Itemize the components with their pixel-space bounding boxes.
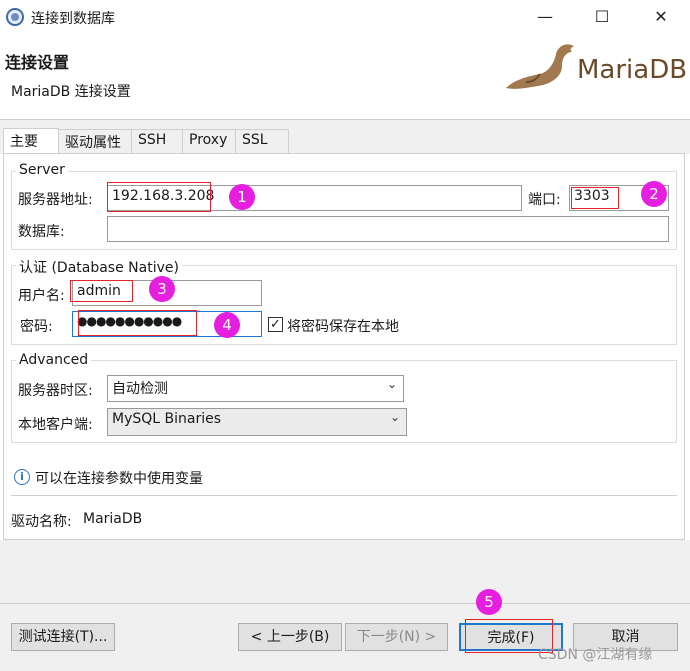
annotation-5: 5 bbox=[476, 589, 502, 615]
password-highlight-box bbox=[78, 310, 197, 336]
port-label: 端口: bbox=[528, 192, 561, 208]
advanced-group-title: Advanced bbox=[16, 352, 92, 368]
header-subtitle: MariaDB 连接设置 bbox=[11, 84, 131, 100]
username-highlight-box bbox=[70, 280, 133, 302]
auth-group-title: 认证 (Database Native) bbox=[16, 257, 182, 277]
app-icon bbox=[6, 8, 24, 26]
back-button[interactable]: < 上一步(B) bbox=[238, 623, 342, 651]
annotation-1: 1 bbox=[229, 184, 255, 210]
host-label: 服务器地址: bbox=[18, 192, 93, 208]
password-label: 密码: bbox=[20, 319, 53, 335]
port-highlight-box bbox=[571, 187, 619, 209]
test-connection-button[interactable]: 测试连接(T)... bbox=[11, 623, 115, 651]
driver-label: 驱动名称: bbox=[11, 514, 72, 530]
database-label: 数据库: bbox=[18, 224, 65, 240]
tab-ssl[interactable]: SSL bbox=[235, 129, 289, 154]
mariadb-seal-icon bbox=[506, 44, 574, 89]
info-icon: i bbox=[14, 469, 30, 485]
minimize-button[interactable]: — bbox=[530, 4, 560, 30]
tab-proxy[interactable]: Proxy bbox=[182, 129, 236, 154]
client-select[interactable]: MySQL Binaries ⌄ bbox=[107, 408, 407, 436]
window-title: 连接到数据库 bbox=[31, 11, 115, 27]
client-label: 本地客户端: bbox=[18, 417, 93, 433]
database-input[interactable] bbox=[107, 216, 669, 242]
timezone-label: 服务器时区: bbox=[18, 383, 93, 399]
username-label: 用户名: bbox=[18, 288, 65, 304]
chevron-down-icon: ⌄ bbox=[386, 377, 397, 391]
next-button[interactable]: 下一步(N) > bbox=[345, 623, 448, 651]
tab-ssh[interactable]: SSH bbox=[131, 129, 183, 154]
watermark: CSDN @江湖有缘 bbox=[538, 647, 653, 663]
client-value: MySQL Binaries bbox=[112, 411, 222, 427]
timezone-value: 自动检测 bbox=[112, 381, 168, 397]
annotation-3: 3 bbox=[149, 276, 175, 302]
save-password-label: 将密码保存在本地 bbox=[287, 319, 399, 335]
save-password-checkbox[interactable]: ✓ bbox=[268, 317, 283, 332]
header-title: 连接设置 bbox=[5, 53, 70, 72]
tab-main[interactable]: 主要 bbox=[3, 128, 59, 154]
timezone-select[interactable]: 自动检测 ⌄ bbox=[107, 375, 404, 402]
chevron-down-icon: ⌄ bbox=[389, 410, 400, 424]
server-group-title: Server bbox=[16, 162, 68, 178]
host-highlight-box bbox=[107, 182, 211, 212]
maximize-button[interactable]: ☐ bbox=[587, 4, 617, 30]
driver-value: MariaDB bbox=[83, 511, 143, 527]
info-text: 可以在连接参数中使用变量 bbox=[35, 471, 203, 487]
mariadb-logo-text: MariaDB bbox=[577, 55, 688, 85]
annotation-2: 2 bbox=[641, 181, 667, 207]
close-button[interactable]: ✕ bbox=[646, 4, 676, 30]
tab-driver-properties[interactable]: 驱动属性 bbox=[58, 129, 132, 154]
divider bbox=[11, 495, 677, 496]
annotation-4: 4 bbox=[214, 312, 240, 338]
bottom-divider bbox=[0, 603, 690, 604]
